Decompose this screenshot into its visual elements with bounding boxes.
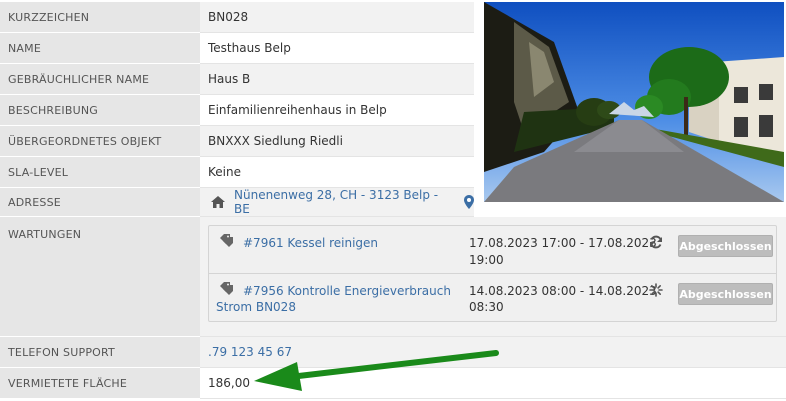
annotation-arrow — [254, 350, 499, 391]
